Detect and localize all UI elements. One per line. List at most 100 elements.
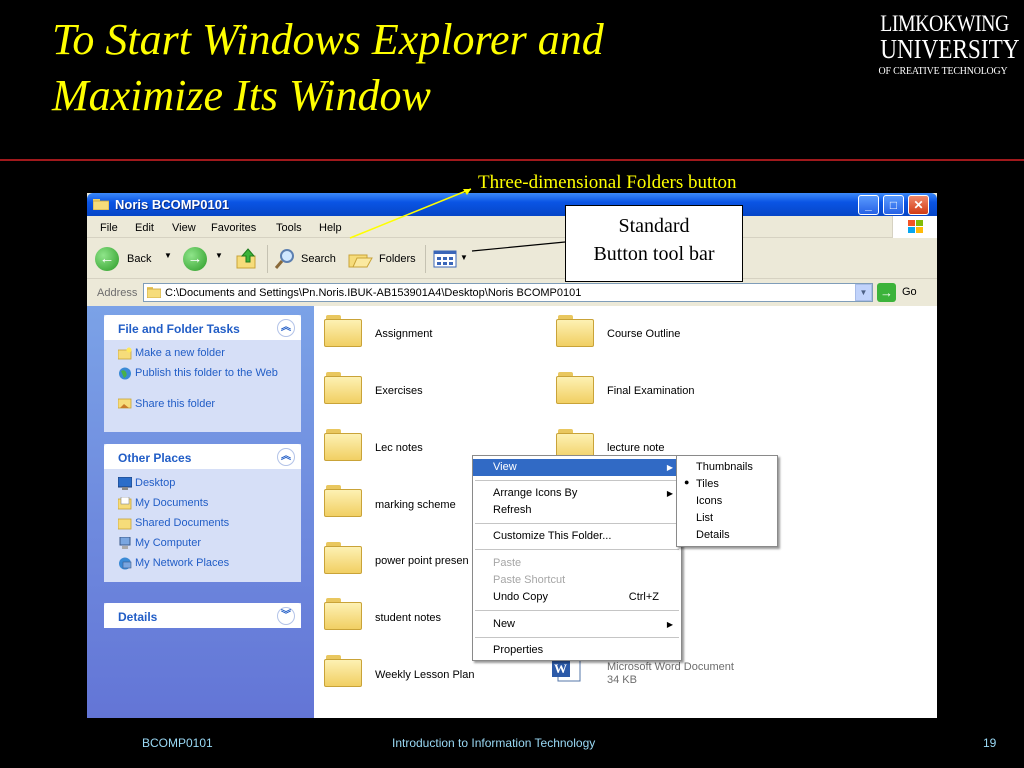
menu-item-undo-copy[interactable]: Undo Copy Ctrl+Z [473, 589, 681, 606]
views-button[interactable]: ▼ [433, 247, 469, 271]
doc-size: 34 KB [607, 674, 637, 686]
place-my-network-places[interactable]: My Network Places [135, 557, 229, 570]
folders-button[interactable]: Folders [347, 247, 419, 271]
task-share-folder[interactable]: Share this folder [135, 398, 215, 411]
folder-icon [93, 199, 109, 210]
views-icon [433, 250, 457, 268]
forward-button[interactable]: → ▼ [183, 247, 227, 271]
collapse-chevron-icon[interactable]: ︽ [277, 448, 295, 466]
panel-header[interactable]: Details ︾ [104, 603, 301, 628]
folder-icon[interactable] [324, 598, 362, 630]
menu-edit[interactable]: Edit [135, 222, 154, 234]
panel-title: Details [118, 610, 158, 624]
menu-item-label: Undo Copy [493, 591, 549, 603]
folder-icon[interactable] [324, 429, 362, 461]
file-course-outline[interactable]: Course Outline [607, 328, 680, 340]
place-desktop[interactable]: Desktop [135, 477, 175, 490]
folder-icon [147, 287, 161, 298]
menu-tools[interactable]: Tools [276, 222, 302, 234]
my-network-places-icon [119, 557, 132, 570]
address-value: C:\Documents and Settings\Pn.Noris.IBUK-… [165, 287, 582, 299]
file-lec-notes[interactable]: Lec notes [375, 442, 423, 454]
folder-icon[interactable] [324, 485, 362, 517]
folder-icon[interactable] [324, 542, 362, 574]
maximize-button[interactable]: □ [883, 195, 904, 215]
expand-chevron-icon[interactable]: ︾ [277, 607, 295, 625]
panel-title: File and Folder Tasks [118, 322, 240, 336]
forward-dropdown-icon: ▼ [215, 251, 223, 260]
file-marking-scheme[interactable]: marking scheme [375, 499, 456, 511]
menu-item-arrange-icons[interactable]: Arrange Icons By ▶ [473, 485, 681, 502]
menu-item-new[interactable]: New ▶ [473, 616, 681, 633]
menu-separator [475, 523, 679, 524]
menu-item-label: Properties [493, 644, 544, 656]
go-label: Go [902, 286, 917, 298]
menu-item-label: Refresh [493, 504, 532, 516]
toolbar-separator [425, 245, 426, 273]
svg-text:W: W [554, 661, 567, 676]
menu-item-view[interactable]: View ▶ [473, 459, 681, 476]
logo-line3: OF CREATIVE TECHNOLOGY [878, 65, 1008, 77]
menu-help: Help [319, 222, 342, 234]
folder-icon[interactable] [324, 315, 362, 347]
university-logo: LIMKOKWING UNIVERSITY OF CREATIVE TECHNO… [870, 12, 1020, 77]
view-thumbnails[interactable]: Thumbnails [696, 459, 753, 476]
forward-arrow-icon: → [183, 247, 207, 271]
menu-favorites[interactable]: Favorites [211, 222, 256, 234]
folder-icon[interactable] [556, 372, 594, 404]
file-power-point[interactable]: power point presen [375, 555, 469, 567]
back-button[interactable]: ← Back ▼ [95, 247, 175, 271]
file-exercises[interactable]: Exercises [375, 385, 423, 397]
minimize-button[interactable]: _ [858, 195, 879, 215]
address-input[interactable]: C:\Documents and Settings\Pn.Noris.IBUK-… [143, 283, 873, 302]
place-shared-documents[interactable]: Shared Documents [135, 517, 229, 530]
place-my-documents[interactable]: My Documents [135, 497, 208, 510]
file-final-examination[interactable]: Final Examination [607, 385, 694, 397]
file-lecture-note[interactable]: lecture note [607, 442, 664, 454]
up-folder-button[interactable] [235, 247, 259, 271]
file-student-notes[interactable]: student notes [375, 612, 441, 624]
menu-separator [475, 480, 679, 481]
menu-item-label: Paste Shortcut [493, 574, 566, 586]
menu-item-shortcut: Ctrl+Z [628, 591, 659, 603]
folder-icon[interactable] [324, 655, 362, 687]
view-tiles[interactable]: Tiles [696, 476, 719, 493]
view-icons[interactable]: Icons [696, 493, 722, 510]
task-publish-folder[interactable]: Publish this folder to the Web [135, 367, 285, 380]
view-details[interactable]: Details [696, 527, 730, 544]
view-list[interactable]: List [696, 510, 713, 527]
back-dropdown-icon: ▼ [164, 251, 172, 260]
menu-item-refresh[interactable]: Refresh [473, 502, 681, 519]
go-button[interactable]: → Go [877, 283, 927, 302]
my-documents-icon [118, 497, 132, 510]
place-my-computer[interactable]: My Computer [135, 537, 201, 550]
file-weekly-lesson-plan[interactable]: Weekly Lesson Plan [375, 669, 474, 681]
search-button[interactable]: Search [273, 247, 339, 271]
submenu-arrow-icon: ▶ [666, 489, 673, 498]
menu-item-paste: Paste [473, 555, 681, 572]
logo-line2: UNIVERSITY [880, 34, 1020, 64]
menu-item-customize[interactable]: Customize This Folder... [473, 528, 681, 545]
address-label: Address [97, 287, 138, 299]
file-folder-tasks-panel: File and Folder Tasks ︽ Make a new folde… [104, 315, 301, 432]
menu-file[interactable]: File [100, 222, 118, 234]
windows-logo [892, 216, 937, 238]
title-divider [0, 159, 1024, 161]
task-make-new-folder[interactable]: Make a new folder [135, 347, 225, 360]
panel-header[interactable]: File and Folder Tasks ︽ [104, 315, 301, 340]
menu-separator [475, 549, 679, 550]
back-arrow-icon: ← [95, 247, 119, 271]
title-bar[interactable]: Noris BCOMP0101 _ □ ✕ [87, 193, 937, 216]
menu-item-properties[interactable]: Properties [473, 642, 681, 659]
close-button[interactable]: ✕ [908, 195, 929, 215]
menu-view[interactable]: View [172, 222, 196, 234]
folder-icon[interactable] [324, 372, 362, 404]
folder-icon[interactable] [556, 315, 594, 347]
collapse-chevron-icon[interactable]: ︽ [277, 319, 295, 337]
file-assignment[interactable]: Assignment [375, 328, 432, 340]
menu-separator [475, 610, 679, 611]
panel-header[interactable]: Other Places ︽ [104, 444, 301, 469]
address-dropdown-icon[interactable]: ▼ [855, 284, 872, 301]
new-folder-icon [118, 347, 132, 360]
window-title: Noris BCOMP0101 [115, 197, 230, 212]
